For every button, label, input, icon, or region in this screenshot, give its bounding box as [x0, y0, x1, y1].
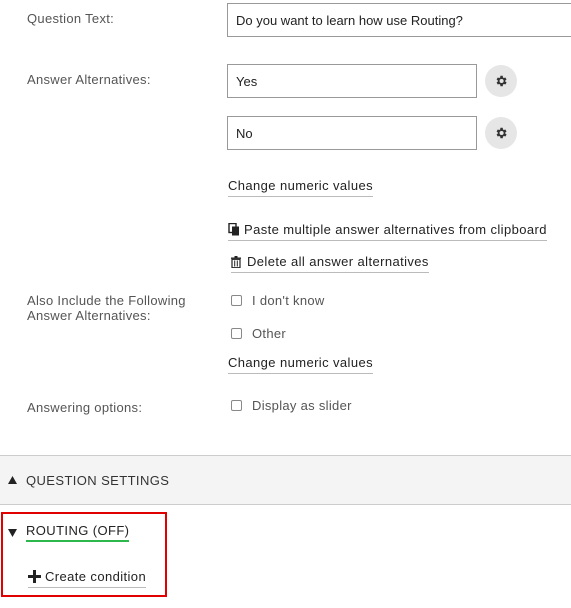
paste-alternatives-label: Paste multiple answer alternatives from …: [244, 222, 547, 237]
gear-icon: [496, 75, 507, 87]
question-text-label: Question Text:: [27, 11, 115, 26]
i-dont-know-label: I don't know: [252, 293, 325, 308]
change-numeric-values-link-2[interactable]: Change numeric values: [228, 355, 373, 374]
answer-alternative-input-no[interactable]: No: [227, 116, 477, 150]
answer-alternative-value: Yes: [236, 73, 258, 89]
clipboard-icon: [228, 223, 239, 236]
answer-settings-button-no[interactable]: [485, 117, 517, 149]
question-text-input[interactable]: Do you want to learn how use Routing?: [227, 3, 571, 37]
answer-alternative-input-yes[interactable]: Yes: [227, 64, 477, 98]
display-as-slider-checkbox[interactable]: [231, 400, 242, 411]
answering-options-label: Answering options:: [27, 400, 143, 415]
question-settings-header[interactable]: QUESTION SETTINGS: [0, 455, 571, 505]
routing-highlight-box: [1, 512, 167, 597]
change-numeric-values-label: Change numeric values: [228, 178, 373, 193]
delete-all-alternatives-label: Delete all answer alternatives: [247, 254, 429, 269]
also-include-label: Also Include the Following Answer Altern…: [27, 293, 186, 323]
trash-icon: [231, 255, 241, 268]
gear-icon: [496, 127, 507, 139]
answer-settings-button-yes[interactable]: [485, 65, 517, 97]
answer-alternatives-label: Answer Alternatives:: [27, 72, 151, 87]
question-settings-title: QUESTION SETTINGS: [26, 472, 170, 488]
triangle-up-icon: [8, 476, 17, 484]
display-as-slider-label: Display as slider: [252, 398, 352, 413]
option-other[interactable]: Other: [231, 326, 286, 341]
answer-alternative-value: No: [236, 125, 253, 141]
question-text-value: Do you want to learn how use Routing?: [236, 12, 463, 28]
change-numeric-values-label: Change numeric values: [228, 355, 373, 370]
paste-alternatives-link[interactable]: Paste multiple answer alternatives from …: [228, 222, 547, 241]
other-label: Other: [252, 326, 287, 341]
i-dont-know-checkbox[interactable]: [231, 295, 242, 306]
option-i-dont-know[interactable]: I don't know: [231, 293, 325, 308]
other-checkbox[interactable]: [231, 328, 242, 339]
option-display-as-slider[interactable]: Display as slider: [231, 398, 352, 413]
change-numeric-values-link[interactable]: Change numeric values: [228, 178, 373, 197]
delete-all-alternatives-link[interactable]: Delete all answer alternatives: [231, 254, 429, 273]
